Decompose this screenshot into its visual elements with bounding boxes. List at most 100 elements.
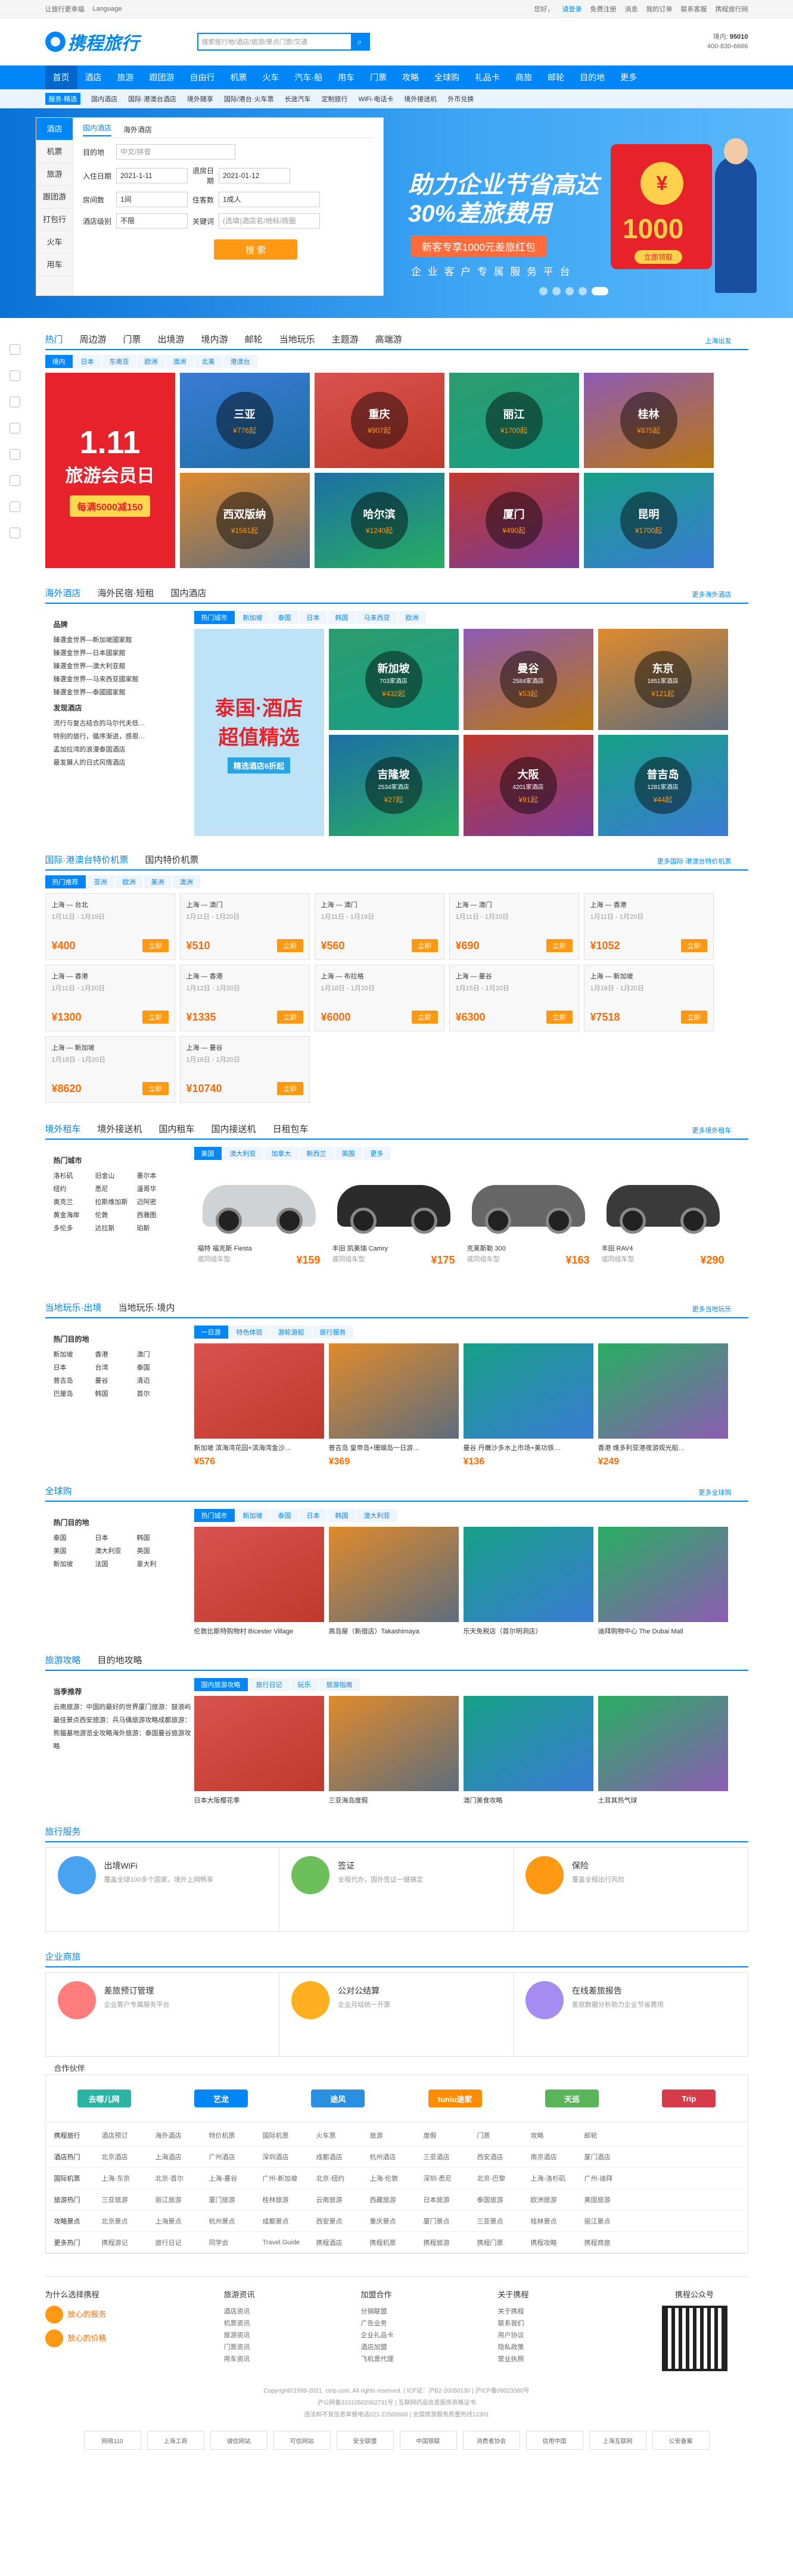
book-button[interactable]: 立即 — [142, 939, 169, 952]
seo-link[interactable]: 厦门景点 — [424, 2216, 477, 2226]
category-tab[interactable]: 更多 — [363, 1147, 391, 1160]
flight-card[interactable]: 上海 — 香港 1月11日 - 1月20日 ¥1300 立即 — [45, 965, 175, 1031]
city-link[interactable]: 悉尼 — [95, 1183, 137, 1196]
play-left-link[interactable]: 曼谷 — [95, 1374, 137, 1387]
shop-left-link[interactable]: 法国 — [95, 1558, 137, 1571]
nav-item-2[interactable]: 旅游 — [110, 66, 142, 89]
enterprise-item[interactable]: 差旅预订管理 企业客户专属服务平台 — [46, 1973, 280, 2056]
category-tab[interactable]: 欧洲 — [137, 355, 165, 368]
book-button[interactable]: 立即 — [276, 939, 303, 952]
carousel-dots[interactable] — [539, 287, 608, 295]
nav-item-8[interactable]: 用车 — [330, 66, 362, 89]
city-link[interactable]: 达拉斯 — [95, 1222, 137, 1235]
flight-icon[interactable] — [10, 397, 20, 407]
play-card[interactable]: 香港 维多利亚港夜游观光船… ¥249 — [598, 1343, 728, 1467]
hotel-city-card[interactable]: 东京 1851家酒店 ¥121起 — [598, 629, 728, 730]
flight-card[interactable]: 上海 — 澳门 1月11日 - 1月20日 ¥690 立即 — [449, 893, 579, 960]
seo-link[interactable]: 携程机票 — [370, 2238, 424, 2247]
tab-car[interactable]: 日租包车 — [273, 1122, 309, 1139]
service-icon[interactable] — [10, 528, 20, 538]
category-tab[interactable]: 泰国 — [270, 1509, 298, 1522]
hotel-left-link[interactable]: 最发展人的日式风情酒店 — [54, 756, 194, 769]
seo-link[interactable]: 广州酒店 — [209, 2152, 263, 2162]
hotel-city-card[interactable]: 曼谷 2584家酒店 ¥53起 — [463, 629, 593, 730]
book-button[interactable]: 立即 — [411, 939, 438, 952]
flight-card[interactable]: 上海 — 布拉格 1月18日 - 1月20日 ¥6000 立即 — [314, 965, 444, 1031]
city-link[interactable]: 墨尔本 — [137, 1170, 179, 1183]
nav-item-7[interactable]: 汽车·船 — [287, 66, 331, 89]
search-button[interactable]: 搜 索 — [214, 239, 297, 260]
destination-card[interactable]: 厦门 ¥490起 — [449, 473, 579, 568]
seo-link[interactable]: 上海-东京 — [102, 2173, 156, 2183]
hot-icon[interactable] — [10, 344, 20, 355]
tab-guide[interactable]: 目的地攻略 — [98, 1654, 142, 1670]
trust-badge[interactable]: 可信网站 — [273, 2431, 331, 2450]
category-tab[interactable]: 美国 — [194, 1147, 222, 1160]
book-button[interactable]: 立即 — [680, 1011, 707, 1024]
checkout-input[interactable]: 2021-01-12 — [219, 168, 290, 183]
footer-link[interactable]: 用车资讯 — [224, 2353, 361, 2365]
play-left-link[interactable]: 台湾 — [95, 1361, 137, 1374]
book-button[interactable]: 立即 — [680, 939, 707, 952]
seo-link[interactable]: 北京-纽约 — [316, 2173, 370, 2183]
tab-hot[interactable]: 出境游 — [158, 333, 185, 349]
seo-link[interactable]: 携程旅游 — [424, 2238, 477, 2247]
play-left-link[interactable]: 清迈 — [137, 1374, 179, 1387]
tab-hotel[interactable]: 海外酒店 — [45, 587, 81, 603]
promo-banner[interactable]: 1.11 旅游会员日 每满5000减150 — [45, 373, 175, 568]
book-button[interactable]: 立即 — [411, 1011, 438, 1024]
customer-service-link[interactable]: 联系客服 — [681, 4, 707, 14]
trust-badge[interactable]: 信用中国 — [525, 2431, 583, 2450]
carousel-dot[interactable] — [592, 287, 608, 295]
destination-card[interactable]: 三亚 ¥776起 — [179, 373, 310, 468]
site-link[interactable]: 携程旅行网 — [716, 4, 748, 14]
guide-left-link[interactable]: 云南旅游：中国的最好的世界 — [54, 1704, 139, 1711]
flight-card[interactable]: 上海 — 新加坡 1月16日 - 1月20日 ¥7518 立即 — [583, 965, 714, 1031]
shop-left-link[interactable]: 美国 — [54, 1545, 95, 1558]
trust-badge[interactable]: 上海互联网 — [589, 2431, 646, 2450]
footer-link[interactable]: 门票资讯 — [224, 2341, 361, 2353]
seo-link[interactable]: 上海景点 — [156, 2216, 209, 2226]
guide-icon[interactable] — [10, 501, 20, 512]
tab-hotel[interactable]: 海外民宿·短租 — [98, 587, 154, 603]
seo-link[interactable]: 广州-新加坡 — [263, 2173, 316, 2183]
seo-link[interactable]: 丽江旅游 — [156, 2195, 209, 2204]
seo-link[interactable]: 旅游 — [370, 2131, 424, 2140]
booking-side-6[interactable]: 用车 — [36, 254, 73, 276]
trust-badge[interactable]: 网络110 — [83, 2431, 141, 2450]
footer-link[interactable]: 隐私政策 — [498, 2341, 641, 2353]
nav-item-1[interactable]: 酒店 — [77, 66, 110, 89]
nav-item-13[interactable]: 商旅 — [508, 66, 540, 89]
shop-left-link[interactable]: 英国 — [137, 1545, 179, 1558]
destination-card[interactable]: 桂林 ¥875起 — [583, 373, 714, 468]
city-link[interactable]: 西雅图 — [137, 1209, 179, 1222]
car-card[interactable]: 福特 福克斯 Fiesta 或同组车型 ¥159 — [194, 1165, 324, 1284]
seo-link[interactable]: 携程门票 — [477, 2238, 531, 2247]
seo-link[interactable]: 厦门旅游 — [209, 2195, 263, 2204]
nav-item-4[interactable]: 自由行 — [182, 66, 223, 89]
seo-link[interactable]: 南京酒店 — [531, 2152, 584, 2162]
footer-link[interactable]: 企业礼品卡 — [361, 2329, 498, 2341]
seo-link[interactable]: 广州-迪拜 — [584, 2173, 638, 2183]
guide-card[interactable]: 日本大阪樱花季 — [194, 1696, 324, 1805]
trust-badge[interactable]: 安全联盟 — [336, 2431, 394, 2450]
footer-link[interactable]: 分销联盟 — [361, 2306, 498, 2318]
hotel-promo-banner[interactable]: 泰国·酒店 超值精选 精选酒店6折起 — [194, 629, 324, 836]
nav-item-10[interactable]: 攻略 — [394, 66, 427, 89]
more-link[interactable]: 更多境外租车 — [692, 1125, 732, 1139]
hotel-city-card[interactable]: 普吉岛 1281家酒店 ¥44起 — [598, 735, 728, 836]
subnav-item[interactable]: 国际·港澳台酒店 — [128, 94, 176, 104]
tab-car[interactable]: 国内租车 — [159, 1122, 195, 1139]
flight-card[interactable]: 上海 — 澳门 1月11日 - 1月20日 ¥510 立即 — [179, 893, 310, 960]
category-tab[interactable]: 热门城市 — [194, 611, 235, 624]
footer-link[interactable]: 用户协议 — [498, 2329, 641, 2341]
book-button[interactable]: 立即 — [546, 1011, 573, 1024]
partner-logo[interactable]: tuniu途家 — [428, 2090, 482, 2107]
tab-car[interactable]: 国内接送机 — [212, 1122, 256, 1139]
shop-left-link[interactable]: 意大利 — [137, 1558, 179, 1571]
hotel-left-link[interactable]: 臻選金世界—马来西亚國家館 — [54, 673, 194, 686]
city-link[interactable]: 洛杉矶 — [54, 1170, 95, 1183]
seo-link[interactable]: 桂林景点 — [531, 2216, 584, 2226]
shop-card[interactable]: 高岛屋（新宿店）Takashimaya — [328, 1527, 459, 1636]
guide-card[interactable]: 澳门美食攻略 — [463, 1696, 593, 1805]
